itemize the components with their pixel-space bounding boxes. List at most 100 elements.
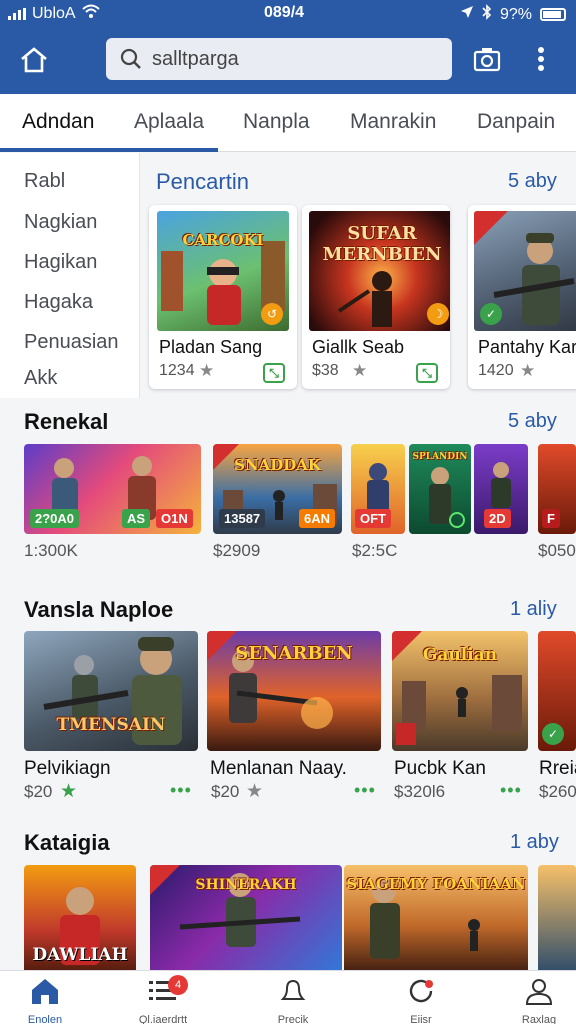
install-button[interactable]: ⤡ (263, 363, 285, 383)
section-link-renekal[interactable]: 5 aby (508, 410, 557, 433)
tab-danpain[interactable]: Danpain (477, 110, 555, 134)
carrier-label: UbloA (32, 4, 76, 22)
game-art[interactable]: Gaulian (392, 631, 528, 751)
game-card[interactable]: SUFAR MERNBIEN ☽ Giallk Seab $38 ★ ⤡ (302, 205, 450, 389)
game-thumbnail[interactable]: F (538, 444, 576, 534)
home-button[interactable] (14, 40, 54, 80)
nav-item-profile[interactable]: Raxlag (494, 977, 576, 1024)
thumbnail-tag: 6AN (299, 509, 336, 528)
game-art[interactable]: TMENSAIN (24, 631, 198, 751)
sidebar-item-nagkian[interactable]: Nagkian (24, 211, 97, 234)
game-card[interactable]: ✓ Pantahy Kar 1420 ★ (468, 205, 576, 389)
thumbnail-price: $050 (538, 541, 576, 560)
thumbnail-tag: F (542, 509, 560, 528)
section-link-pencartin[interactable]: 5 aby (508, 170, 557, 193)
home-icon (21, 47, 47, 73)
rating-badge-icon: ↺ (261, 303, 283, 325)
active-tab-indicator (0, 148, 218, 152)
game-name: Menlanan Naay. (210, 758, 347, 779)
game-price: $20 (24, 782, 53, 801)
camera-button[interactable] (470, 42, 504, 76)
game-name: Rreia (539, 758, 576, 779)
star-icon: ★ (60, 781, 78, 802)
moon-badge-icon: ☽ (427, 303, 449, 325)
nav-item-bell[interactable]: Precik (248, 977, 338, 1024)
search-icon (120, 48, 141, 69)
thumbnail-tag: 2?0A0 (30, 509, 80, 528)
section-title-vansla-naploe: Vansla Naploe (24, 597, 174, 622)
game-card[interactable]: CARCOKI ↺ Pladan Sang 1234 ★ ⤡ (149, 205, 297, 389)
tab-aplaala[interactable]: Aplaala (134, 110, 204, 134)
star-icon: ★ (520, 361, 536, 380)
game-art-title: CARCOKI (182, 231, 264, 249)
more-dots-icon[interactable]: ••• (500, 780, 522, 801)
game-art: ✓ (474, 211, 576, 331)
status-bar: UbloA 089/4 9?% (0, 0, 576, 26)
game-price: $20 (211, 782, 240, 801)
more-dots-icon[interactable]: ••• (354, 780, 376, 801)
game-art-title: SENARBEN (235, 643, 353, 664)
game-art[interactable]: SHINERAKH (150, 865, 342, 975)
game-price: $320l6 (394, 782, 446, 801)
game-art-title: SIAGEMY FOANIAAN (346, 875, 526, 893)
game-art[interactable]: SENARBEN (207, 631, 381, 751)
tab-nanpla[interactable]: Nanpla (243, 110, 310, 134)
more-options-button[interactable] (528, 42, 554, 76)
search-input[interactable]: salltparga (106, 38, 452, 80)
sidebar-item-rabl[interactable]: Rabl (24, 170, 65, 193)
location-icon (460, 5, 474, 24)
sidebar-item-akk[interactable]: Akk (24, 367, 57, 390)
game-name: Pelvikiagn (24, 758, 111, 779)
nav-label: Eiisr (410, 1014, 432, 1024)
game-art-title: SNADDAK (234, 456, 321, 474)
category-tabs: Adndan Aplaala Nanpla Manrakin Danpain (0, 94, 576, 152)
game-art-title: SHINERAKH (195, 877, 297, 893)
bluetooth-icon (482, 4, 492, 25)
game-thumbnail[interactable]: OFT (351, 444, 405, 534)
game-count: 1234 (159, 362, 195, 379)
search-placeholder: salltparga (152, 47, 239, 70)
nav-label: Raxlag (521, 1014, 557, 1024)
game-thumbnail[interactable]: 2D (474, 444, 528, 534)
game-thumbnail[interactable]: 2?0A0 AS O1N (24, 444, 201, 534)
thumbnail-price: $2909 (213, 541, 261, 560)
nav-label: Enolen (27, 1014, 63, 1024)
game-art[interactable]: SIAGEMY FOANIAAN (344, 865, 528, 975)
game-thumbnail[interactable]: SNADDAK 13587 6AN (213, 444, 342, 534)
install-button[interactable]: ⤡ (416, 363, 438, 383)
notification-badge: 4 (168, 975, 188, 995)
section-link-kataigia[interactable]: 1 aby (510, 831, 559, 854)
home-icon (32, 979, 58, 1004)
game-count: $38 (312, 362, 339, 379)
thumbnail-tag: O1N (156, 509, 193, 528)
game-thumbnail[interactable]: SPLANDIN (409, 444, 471, 534)
game-art-title: DAWLIAH (32, 945, 128, 965)
game-art[interactable]: DAWLIAH (24, 865, 136, 975)
game-art[interactable]: ✓ (538, 631, 576, 751)
game-art-title: TMENSAIN (56, 715, 166, 735)
more-dots-icon[interactable]: ••• (170, 780, 192, 801)
nav-item-activity[interactable]: Eiisr (376, 977, 466, 1024)
thumbnail-price: $2:5C (352, 541, 398, 560)
game-art-title: SPLANDIN (412, 452, 468, 462)
battery-icon (540, 8, 566, 21)
nav-item-list[interactable]: 4 Ql.iaerdrtt (118, 975, 208, 1024)
sidebar-item-penuasian[interactable]: Penuasian (24, 331, 119, 354)
game-name: Pladan Sang (159, 337, 263, 357)
section-title-pencartin: Pencartin (156, 169, 249, 194)
game-name: Pantahy Kar (478, 337, 576, 357)
thumbnail-price: 1:300K (24, 541, 78, 560)
signal-icon (8, 7, 26, 20)
section-link-vansla-naploe[interactable]: 1 aliy (510, 598, 557, 621)
game-art-title: Gaulian (422, 645, 498, 665)
sidebar-item-hagaka[interactable]: Hagaka (24, 291, 93, 314)
nav-item-home[interactable]: Enolen (0, 977, 90, 1024)
tab-adndan[interactable]: Adndan (22, 110, 94, 134)
sidebar-item-hagikan[interactable]: Hagikan (24, 251, 97, 274)
game-art: SUFAR MERNBIEN ☽ (309, 211, 450, 331)
game-art[interactable] (538, 865, 576, 975)
camera-icon (473, 48, 501, 72)
more-vertical-icon (538, 47, 544, 71)
tab-manrakin[interactable]: Manrakin (350, 110, 436, 134)
section-title-kataigia: Kataigia (24, 830, 110, 855)
